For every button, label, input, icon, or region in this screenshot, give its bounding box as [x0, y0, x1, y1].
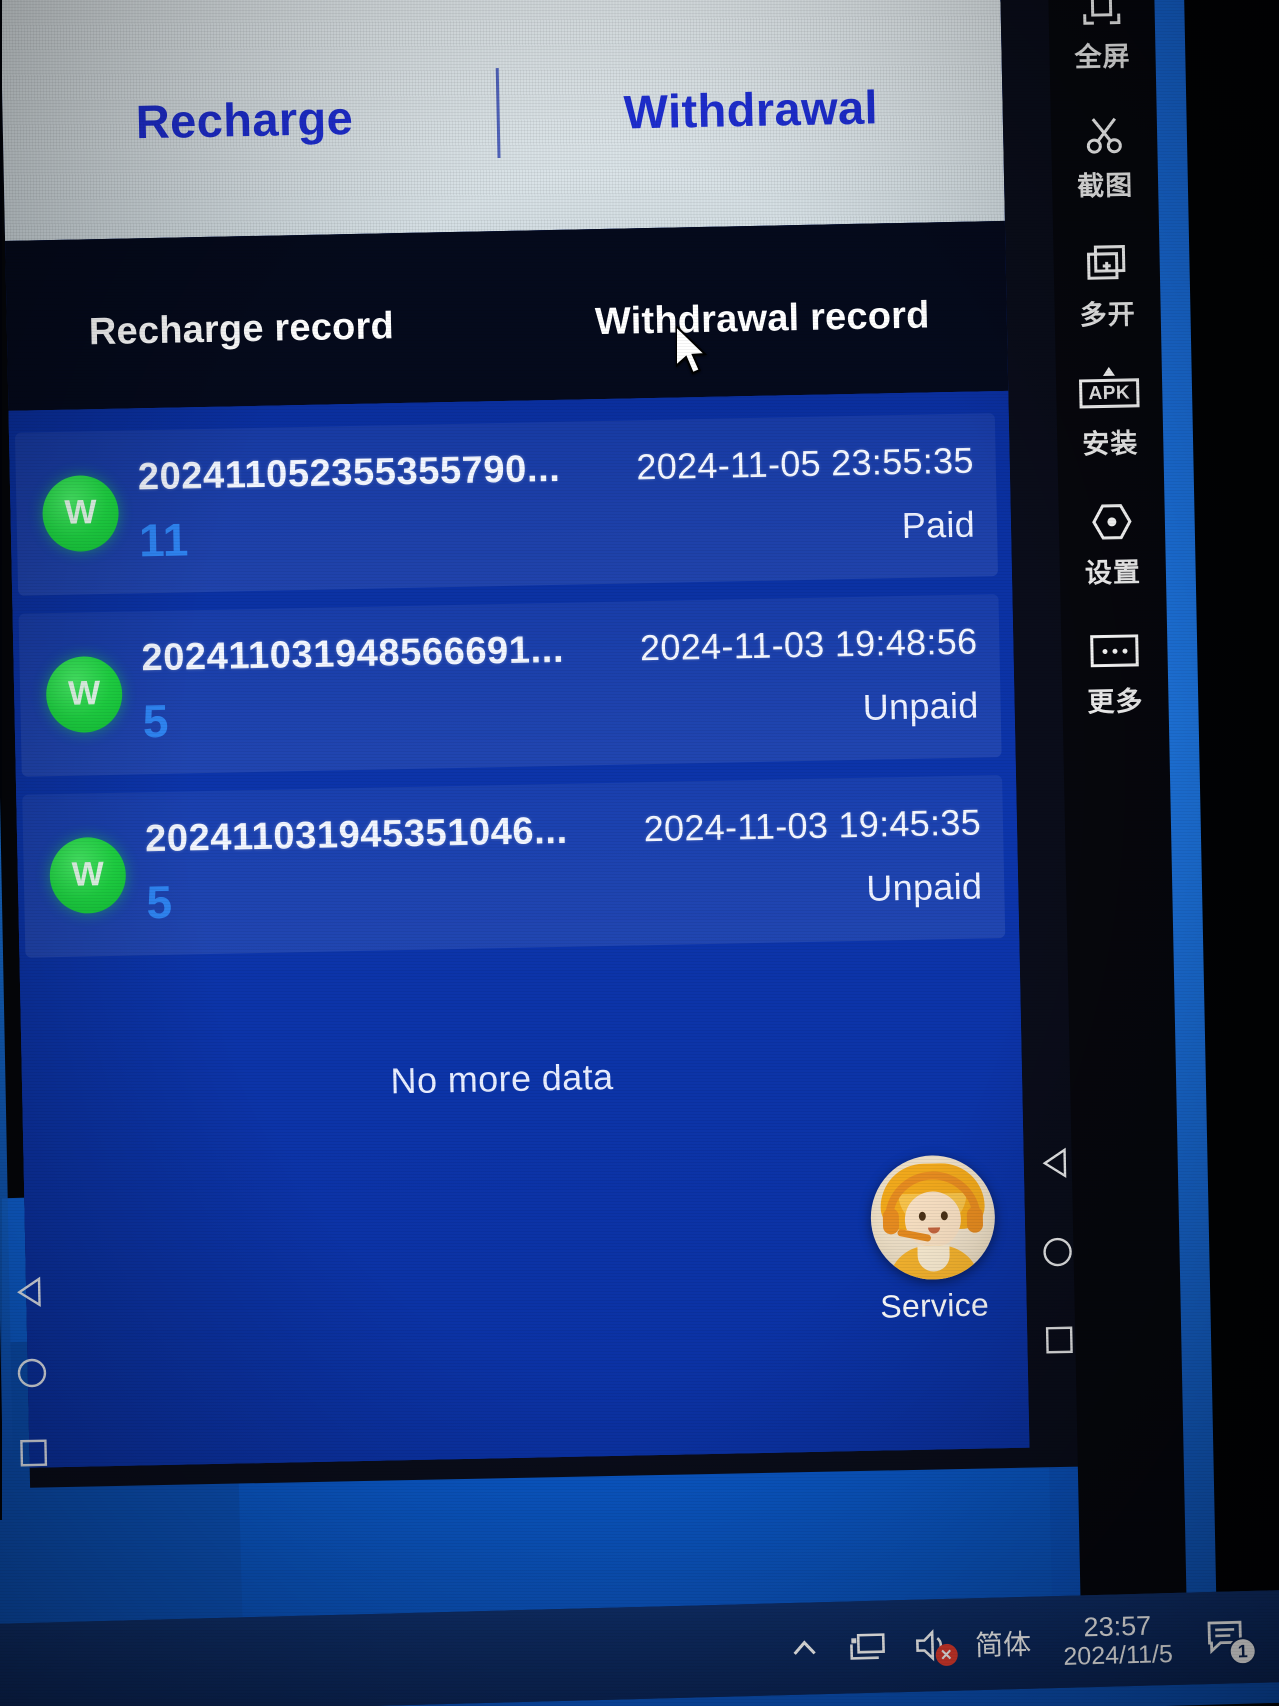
tab-withdrawal[interactable]: Withdrawal	[498, 67, 1003, 142]
toolbar-label: 设置	[1084, 557, 1142, 589]
avatar: W	[41, 474, 120, 552]
multi-instance-icon	[1053, 240, 1160, 288]
tab-recharge-record[interactable]: Recharge record	[0, 302, 508, 355]
toolbar-item-multi-instance[interactable]: 多开	[1053, 240, 1161, 333]
table-row[interactable]: W 202411052355355790... 11 2024-11-05 23…	[14, 413, 999, 596]
withdrawal-record-list: W 202411052355355790... 11 2024-11-05 23…	[0, 390, 1030, 1468]
avatar: W	[49, 836, 127, 914]
order-id: 202411031945351046...	[144, 809, 569, 861]
status-badge: Unpaid	[862, 684, 979, 728]
scissors-screenshot-icon	[1051, 111, 1158, 159]
service-button-label: Service	[879, 1286, 990, 1325]
toolbar-item-more[interactable]: 更多	[1061, 627, 1169, 720]
timestamp: 2024-11-03 19:45:35	[643, 801, 982, 850]
more-dots-icon	[1061, 627, 1168, 675]
toolbar-item-settings[interactable]: 设置	[1058, 498, 1166, 591]
phone-viewport: Recharge Withdrawal Recharge record With…	[0, 0, 1030, 1468]
secondary-tab-bar: Recharge record Withdrawal record	[0, 220, 1009, 412]
monitor-photo: Recharge Withdrawal Recharge record With…	[0, 0, 1279, 1706]
back-triangle-icon[interactable]	[1040, 1147, 1071, 1185]
toolbar-item-install-apk[interactable]: APK 安装	[1056, 366, 1164, 462]
recents-square-icon[interactable]	[18, 1438, 49, 1474]
toolbar-label: 更多	[1087, 686, 1144, 718]
notifications-icon[interactable]: 1	[1204, 1617, 1258, 1666]
table-row[interactable]: W 202411031948566691... 5 2024-11-03 19:…	[18, 594, 1002, 777]
table-row[interactable]: W 202411031945351046... 5 2024-11-03 19:…	[22, 775, 1006, 958]
apk-install-icon: APK	[1056, 366, 1163, 417]
tab-recharge[interactable]: Recharge	[0, 77, 497, 152]
toolbar-label: 全屏	[1074, 41, 1131, 73]
android-emulator-window: Recharge Withdrawal Recharge record With…	[0, 0, 1105, 1488]
ime-language-indicator[interactable]: 简体	[975, 1623, 1032, 1664]
home-circle-icon[interactable]	[1041, 1236, 1074, 1274]
volume-muted-icon[interactable]: ✕	[913, 1628, 958, 1667]
toolbar-label: 多开	[1079, 299, 1137, 331]
status-badge: Paid	[901, 503, 976, 547]
recents-square-icon[interactable]	[1044, 1325, 1075, 1361]
timestamp: 2024-11-03 19:48:56	[639, 620, 978, 669]
amount: 5	[145, 875, 173, 929]
amount: 5	[142, 694, 170, 748]
primary-tab-bar: Recharge Withdrawal	[0, 0, 1005, 242]
timestamp: 2024-11-05 23:55:35	[636, 439, 975, 488]
gear-settings-icon	[1058, 498, 1165, 546]
fullscreen-icon	[1048, 0, 1155, 30]
notification-count: 1	[1228, 1636, 1258, 1666]
toolbar-label: 截图	[1076, 170, 1134, 202]
toolbar-item-fullscreen[interactable]: 全屏	[1048, 0, 1156, 75]
clock-date: 2024/11/5	[1063, 1640, 1174, 1671]
toolbar-label: 安装	[1082, 428, 1139, 460]
customer-service-avatar-icon	[869, 1154, 997, 1281]
android-navigation-bar-left	[0, 1275, 64, 1473]
order-id: 202411031948566691...	[141, 628, 565, 680]
avatar: W	[45, 655, 123, 733]
amount: 11	[138, 513, 190, 567]
clock-time: 23:57	[1083, 1610, 1152, 1643]
service-button[interactable]: Service	[862, 1154, 1005, 1326]
end-of-list-text: No more data	[390, 1055, 614, 1102]
home-circle-icon[interactable]	[16, 1357, 49, 1395]
back-triangle-icon[interactable]	[15, 1276, 46, 1314]
show-hidden-icons-chevron[interactable]	[787, 1631, 822, 1666]
status-badge: Unpaid	[865, 865, 983, 909]
toolbar-item-screenshot[interactable]: 截图	[1051, 111, 1159, 204]
muted-indicator: ✕	[935, 1643, 958, 1667]
order-id: 202411052355355790...	[137, 447, 561, 499]
taskbar-clock[interactable]: 23:57 2024/11/5	[1062, 1610, 1173, 1671]
tab-withdrawal-record[interactable]: Withdrawal record	[507, 292, 1007, 345]
network-icon[interactable]	[847, 1629, 888, 1664]
